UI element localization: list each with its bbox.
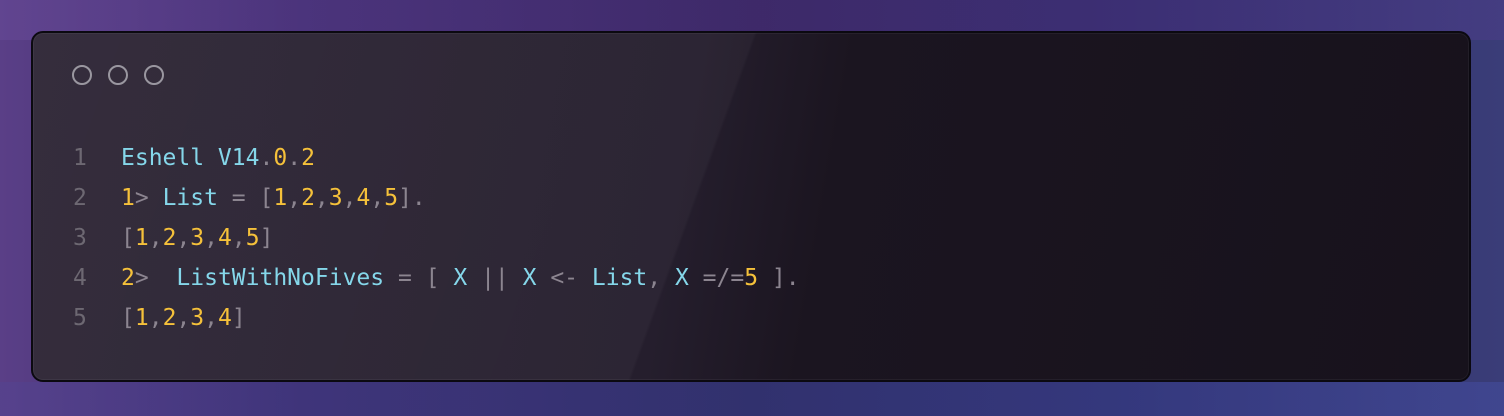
code-window: 1 Eshell V14.0.2 2 1> List = [1,2,3,4,5]. 3[… xyxy=(31,31,1471,382)
code-token: X xyxy=(453,265,468,291)
code-line: 2 1> List = [1,2,3,4,5]. xyxy=(73,178,800,218)
code-token: , xyxy=(647,265,675,291)
code-token: = [ xyxy=(217,185,274,211)
code-token: ]. xyxy=(758,265,800,291)
code-token: = [ xyxy=(384,265,454,291)
line-content: 1> List = [1,2,3,4,5]. xyxy=(121,178,426,218)
line-number: 3 xyxy=(73,225,87,251)
code-token: , xyxy=(176,225,191,251)
close-button[interactable] xyxy=(72,65,92,85)
code-token: 2 xyxy=(301,145,315,171)
minimize-button[interactable] xyxy=(108,65,128,85)
code-token: , xyxy=(287,185,302,211)
code-token: 2 xyxy=(121,265,135,291)
line-number: 4 xyxy=(73,265,87,291)
window-controls xyxy=(72,65,164,85)
code-line: 1 Eshell V14.0.2 xyxy=(73,138,800,178)
code-token: . xyxy=(287,145,302,171)
code-token: , xyxy=(204,305,219,331)
code-token: 3 xyxy=(190,225,205,251)
line-content: [1,2,3,4] xyxy=(121,298,246,338)
code-token: ] xyxy=(259,225,274,251)
code-token: , xyxy=(148,225,163,251)
code-token: , xyxy=(204,225,219,251)
code-token: , xyxy=(314,185,329,211)
code-token: 4 xyxy=(218,305,232,331)
code-token: > xyxy=(134,185,163,211)
maximize-button[interactable] xyxy=(144,65,164,85)
code-token: > xyxy=(134,265,177,291)
code-token: 0 xyxy=(273,145,288,171)
line-content: 2> ListWithNoFives = [ X || X <- List, X… xyxy=(121,258,800,298)
code-token: . xyxy=(259,145,274,171)
code-token: 1 xyxy=(121,185,135,211)
code-token: , xyxy=(342,185,357,211)
code-token: <- xyxy=(536,265,592,291)
code-token: [ xyxy=(121,305,135,331)
code-token: List xyxy=(591,265,648,291)
line-content: Eshell V14.0.2 xyxy=(121,138,315,178)
background-bottom-glow xyxy=(0,382,1504,416)
code-token: Eshell V14 xyxy=(121,145,260,171)
code-token: 2 xyxy=(162,305,177,331)
code-token: [ xyxy=(121,225,135,251)
code-block[interactable]: 1 Eshell V14.0.2 2 1> List = [1,2,3,4,5]. 3[… xyxy=(73,138,800,338)
code-token: 3 xyxy=(328,185,343,211)
code-line: 3 [1,2,3,4,5] xyxy=(73,218,800,258)
code-token: =/= xyxy=(688,265,745,291)
code-line: 5 [1,2,3,4] xyxy=(73,298,800,338)
code-token: X xyxy=(522,265,537,291)
code-token: 4 xyxy=(356,185,371,211)
code-token: 1 xyxy=(134,225,149,251)
code-token: ] xyxy=(231,305,246,331)
code-token: || xyxy=(467,265,523,291)
code-token: 2 xyxy=(301,185,315,211)
code-token: 4 xyxy=(218,225,232,251)
code-token: 5 xyxy=(384,185,399,211)
line-number: 1 xyxy=(73,145,87,171)
code-token: 1 xyxy=(273,185,288,211)
line-content: [1,2,3,4,5] xyxy=(121,218,273,258)
line-number: 2 xyxy=(73,185,87,211)
code-token: 5 xyxy=(245,225,260,251)
line-number: 5 xyxy=(73,305,87,331)
code-token: X xyxy=(674,265,689,291)
code-token: , xyxy=(231,225,246,251)
code-token: List xyxy=(162,185,218,211)
code-token: 5 xyxy=(744,265,759,291)
code-token: ]. xyxy=(398,185,426,211)
code-token: 1 xyxy=(134,305,149,331)
code-token: , xyxy=(148,305,163,331)
code-token: , xyxy=(176,305,191,331)
code-token: 3 xyxy=(190,305,205,331)
code-token: ListWithNoFives xyxy=(176,265,385,291)
code-line: 4 2> ListWithNoFives = [ X || X <- List, … xyxy=(73,258,800,298)
code-token: 2 xyxy=(162,225,177,251)
code-token: , xyxy=(370,185,385,211)
